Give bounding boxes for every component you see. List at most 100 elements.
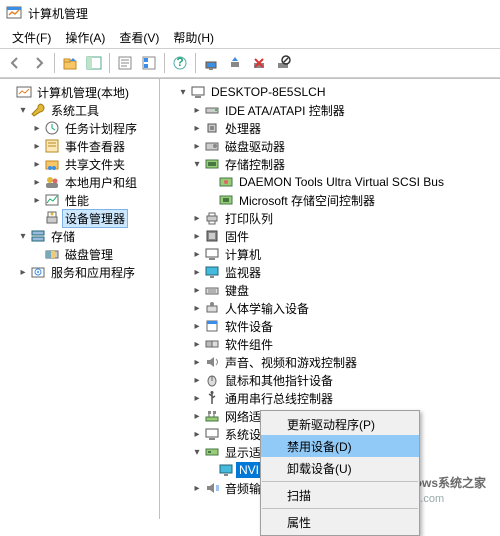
- twisty-collapsed-icon[interactable]: ▸: [190, 105, 204, 116]
- node-performance[interactable]: ▸ 性能: [2, 191, 157, 209]
- twisty-collapsed-icon[interactable]: ▸: [190, 213, 204, 224]
- menu-help[interactable]: 帮助(H): [167, 27, 220, 48]
- twisty-collapsed-icon[interactable]: ▸: [190, 231, 204, 242]
- twisty-collapsed-icon[interactable]: ▸: [190, 321, 204, 332]
- twisty-collapsed-icon[interactable]: ▸: [190, 393, 204, 404]
- menu-disable-device[interactable]: 禁用设备(D): [261, 435, 419, 457]
- twisty-collapsed-icon[interactable]: ▸: [190, 429, 204, 440]
- twisty-collapsed-icon[interactable]: ▸: [16, 267, 30, 278]
- node-task-scheduler[interactable]: ▸ 任务计划程序: [2, 119, 157, 137]
- node-disk-drives[interactable]: ▸磁盘驱动器: [162, 137, 498, 155]
- menu-file[interactable]: 文件(F): [6, 27, 57, 48]
- twisty-collapsed-icon[interactable]: ▸: [190, 483, 204, 494]
- twisty-collapsed-icon[interactable]: ▸: [190, 267, 204, 278]
- menu-uninstall-device[interactable]: 卸载设备(U): [261, 457, 419, 479]
- node-usb[interactable]: ▸ 通用串行总线控制器: [162, 389, 498, 407]
- storage-icon: [30, 228, 46, 244]
- node-mouse[interactable]: ▸ 鼠标和其他指针设备: [162, 371, 498, 389]
- node-local-users[interactable]: ▸ 本地用户和组: [2, 173, 157, 191]
- twisty-collapsed-icon[interactable]: ▸: [190, 411, 204, 422]
- node-system-tools[interactable]: ▾ 系统工具: [2, 101, 157, 119]
- menu-item-label: 属性: [287, 514, 311, 531]
- node-storage[interactable]: ▾ 存储: [2, 227, 157, 245]
- node-device-manager[interactable]: ▶ 设备管理器: [2, 209, 157, 227]
- toolbar-sep-2: [109, 53, 110, 73]
- node-label: 通用串行总线控制器: [222, 389, 336, 408]
- twisty-collapsed-icon[interactable]: ▸: [190, 303, 204, 314]
- node-disk-mgmt[interactable]: ▶ 磁盘管理: [2, 245, 157, 263]
- node-services[interactable]: ▸ 服务和应用程序: [2, 263, 157, 281]
- wrench-icon: [30, 102, 46, 118]
- node-computer[interactable]: ▾ DESKTOP-8E5SLCH: [162, 83, 498, 101]
- node-daemon[interactable]: ▶DAEMON Tools Ultra Virtual SCSI Bus: [162, 173, 498, 191]
- context-menu: 更新驱动程序(P) 禁用设备(D) 卸载设备(U) 扫描 属性: [260, 410, 420, 536]
- menu-action[interactable]: 操作(A): [59, 27, 111, 48]
- twisty-collapsed-icon[interactable]: ▸: [190, 357, 204, 368]
- disable-button[interactable]: [272, 52, 294, 74]
- node-label: 鼠标和其他指针设备: [222, 371, 336, 390]
- properties-button[interactable]: [114, 52, 136, 74]
- node-ide[interactable]: ▸IDE ATA/ATAPI 控制器: [162, 101, 498, 119]
- node-processor[interactable]: ▸ 处理器: [162, 119, 498, 137]
- node-event-viewer[interactable]: ▸ 事件查看器: [2, 137, 157, 155]
- update-driver-button[interactable]: [224, 52, 246, 74]
- left-tree-pane[interactable]: ▶ 计算机管理(本地) ▾ 系统工具 ▸ 任务计划程序 ▸ 事件查看器 ▸ 共享…: [0, 79, 160, 519]
- node-monitors[interactable]: ▸监视器: [162, 263, 498, 281]
- twisty-expanded-icon[interactable]: ▾: [176, 87, 190, 98]
- twisty-collapsed-icon[interactable]: ▸: [190, 249, 204, 260]
- uninstall-button[interactable]: [248, 52, 270, 74]
- menu-separator: [262, 508, 418, 509]
- scan-button[interactable]: [200, 52, 222, 74]
- twisty-collapsed-icon[interactable]: ▸: [190, 123, 204, 134]
- show-hide-tree-button[interactable]: [83, 52, 105, 74]
- menu-scan[interactable]: 扫描: [261, 484, 419, 506]
- twisty-collapsed-icon[interactable]: ▸: [190, 375, 204, 386]
- node-storage-ctrl[interactable]: ▾存储控制器: [162, 155, 498, 173]
- detail-view-button[interactable]: [138, 52, 160, 74]
- forward-button[interactable]: [28, 52, 50, 74]
- node-computers[interactable]: ▸ 计算机: [162, 245, 498, 263]
- device-manager-icon: [44, 210, 60, 226]
- back-button[interactable]: [4, 52, 26, 74]
- twisty-collapsed-icon[interactable]: ▸: [30, 195, 44, 206]
- printer-icon: [204, 210, 220, 226]
- twisty-collapsed-icon[interactable]: ▸: [190, 339, 204, 350]
- node-software-components[interactable]: ▸软件组件: [162, 335, 498, 353]
- twisty-expanded-icon[interactable]: ▾: [190, 447, 204, 458]
- performance-icon: [44, 192, 60, 208]
- twisty-expanded-icon[interactable]: ▾: [16, 231, 30, 242]
- node-ms-storage[interactable]: ▶Microsoft 存储空间控制器: [162, 191, 498, 209]
- scsi-icon: [218, 192, 234, 208]
- up-button[interactable]: [59, 52, 81, 74]
- node-root[interactable]: ▶ 计算机管理(本地): [2, 83, 157, 101]
- twisty-collapsed-icon[interactable]: ▸: [30, 141, 44, 152]
- node-shared-folders[interactable]: ▸ 共享文件夹: [2, 155, 157, 173]
- menu-update-driver[interactable]: 更新驱动程序(P): [261, 413, 419, 435]
- toolbar-sep-1: [54, 53, 55, 73]
- node-firmware[interactable]: ▸固件: [162, 227, 498, 245]
- disk-mgmt-icon: [44, 246, 60, 262]
- menu-item-label: 更新驱动程序(P): [287, 416, 375, 433]
- ide-icon: [204, 102, 220, 118]
- twisty-collapsed-icon[interactable]: ▸: [30, 159, 44, 170]
- node-software-devices[interactable]: ▸软件设备: [162, 317, 498, 335]
- node-keyboards[interactable]: ▸键盘: [162, 281, 498, 299]
- node-print[interactable]: ▸打印队列: [162, 209, 498, 227]
- menu-view[interactable]: 查看(V): [113, 27, 165, 48]
- node-hid[interactable]: ▸人体学输入设备: [162, 299, 498, 317]
- twisty-collapsed-icon[interactable]: ▸: [190, 285, 204, 296]
- node-label: 计算机: [222, 245, 264, 264]
- node-label: 处理器: [222, 119, 264, 138]
- monitor-icon: [204, 264, 220, 280]
- twisty-collapsed-icon[interactable]: ▸: [30, 177, 44, 188]
- twisty-collapsed-icon[interactable]: ▸: [190, 141, 204, 152]
- node-sound[interactable]: ▸声音、视频和游戏控制器: [162, 353, 498, 371]
- desktop-icon: [204, 246, 220, 262]
- menu-properties[interactable]: 属性: [261, 511, 419, 533]
- twisty-expanded-icon[interactable]: ▾: [190, 159, 204, 170]
- twisty-expanded-icon[interactable]: ▾: [16, 105, 30, 116]
- help-button[interactable]: ?: [169, 52, 191, 74]
- twisty-collapsed-icon[interactable]: ▸: [30, 123, 44, 134]
- node-label: 任务计划程序: [62, 119, 140, 138]
- toolbar: ?: [0, 49, 500, 77]
